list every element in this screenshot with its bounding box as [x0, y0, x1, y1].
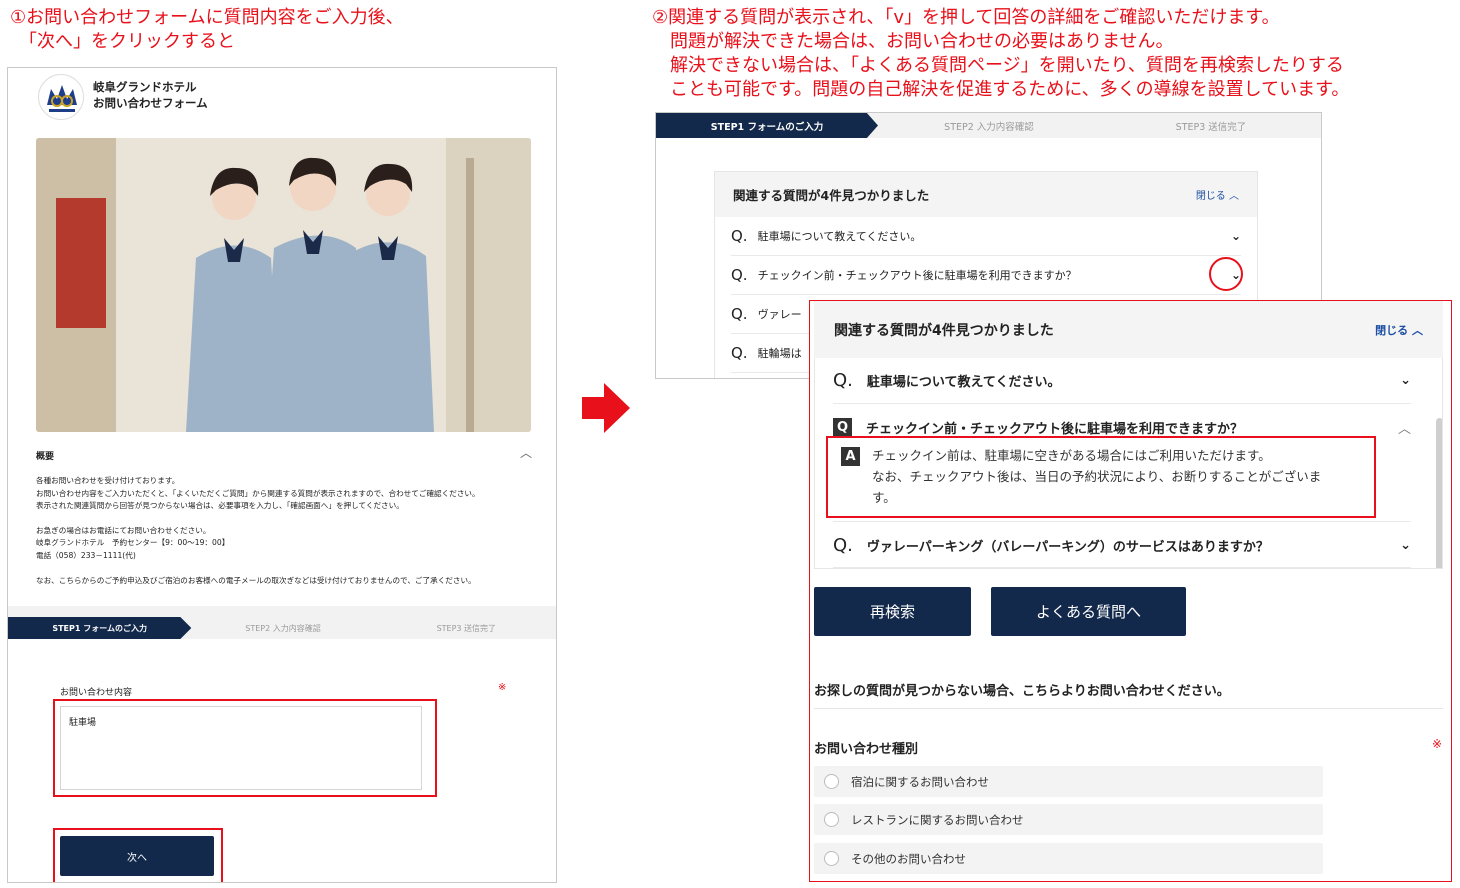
q-mark: Q.: [731, 266, 748, 284]
caption-step1: ①お問い合わせフォームに質問内容をご入力後、 「次へ」をクリックすると: [10, 7, 404, 52]
overview-line: 各種お問い合わせを受け付けております。: [36, 476, 180, 485]
close-link[interactable]: 閉じる ︿: [1375, 322, 1423, 338]
radio-label: 宿泊に関するお問い合わせ: [851, 774, 989, 789]
related-title: 関連する質問が4件見つかりました: [733, 188, 930, 203]
overview-line: なお、こちらからのご予約申込及びご宿泊のお客様への電子メールの取次ぎなどは受け付…: [36, 575, 476, 585]
related-header: 関連する質問が4件見つかりました 閉じる ︿: [715, 172, 1257, 217]
question-text: チェックイン前・チェックアウト後に駐車場を利用できますか？: [757, 269, 1077, 282]
scrollbar[interactable]: [1436, 418, 1442, 568]
chevron-down-icon[interactable]: ⌄: [1231, 229, 1241, 243]
radio-option[interactable]: 宿泊に関するお問い合わせ: [814, 766, 1323, 797]
highlight-box: [826, 436, 1376, 518]
chevron-down-icon[interactable]: ⌄: [1400, 538, 1411, 553]
step-2: STEP2 入力内容確認: [944, 121, 1034, 133]
hotel-name: 岐阜グランドホテル: [93, 80, 197, 94]
research-button[interactable]: 再検索: [814, 587, 971, 636]
inquiry-label: お問い合わせ内容: [60, 688, 133, 698]
overview-line: 表示された関連質問から回答が見つからない場合は、必要事項を入力し、「確認画面へ」…: [36, 501, 404, 511]
radio-option[interactable]: レストランに関するお問い合わせ: [814, 804, 1323, 835]
chevron-up-icon: ︿: [1229, 191, 1239, 202]
inquiry-textarea[interactable]: 駐車場: [60, 706, 422, 790]
required-mark: ※: [1432, 737, 1443, 751]
staff-photo: [36, 138, 531, 432]
q-badge: Q: [833, 417, 852, 437]
hotel-logo: [38, 74, 84, 120]
q-mark: Q.: [833, 535, 853, 556]
step-3: STEP3 送信完了: [1175, 121, 1247, 133]
overview-line: お急ぎの場合はお電話にてお問い合わせください。: [36, 525, 211, 535]
chevron-down-icon[interactable]: ⌄: [1400, 373, 1411, 388]
related-header: 関連する質問が4件見つかりました 閉じる ︿: [814, 301, 1443, 358]
overview-line: 岐阜グランドホテル 予約センター【9：00〜19：00】: [36, 538, 230, 548]
question-text: 駐輪場は: [757, 347, 802, 360]
step-progress: STEP1 フォームのご入力 STEP2 入力内容確認 STEP3 送信完了: [8, 617, 556, 639]
arrow-right-icon: [582, 383, 630, 433]
inquiry-type-label: お問い合わせ種別: [814, 742, 919, 757]
inquiry-form-panel: 岐阜グランドホテル お問い合わせフォーム 概要 ︿ 各種お問い合わせを受け付けて…: [7, 67, 557, 883]
overview-label: 概要: [36, 452, 55, 462]
radio-circle[interactable]: [824, 812, 839, 827]
overview-line: お問い合わせ内容をご入力いただくと、「よくいただくご質問」から関連する質問が表示…: [36, 488, 480, 498]
faq-button[interactable]: よくある質問へ: [991, 587, 1186, 636]
question-text: ヴァレー: [757, 308, 802, 321]
not-found-text: お探しの質問が見つからない場合、こちらよりお問い合わせください。: [814, 684, 1230, 699]
required-mark: ※: [498, 682, 507, 693]
question-text: チェックイン前・チェックアウト後に駐車場を利用できますか？: [866, 421, 1244, 437]
hotel-title-block: 岐阜グランドホテル お問い合わせフォーム: [93, 79, 208, 111]
q-mark: Q.: [731, 305, 748, 323]
question-row[interactable]: Q. 駐車場について教えてください。 ⌄: [833, 358, 1411, 404]
question-text: 駐車場について教えてください。: [757, 230, 922, 243]
overview-text: 各種お問い合わせを受け付けております。 お問い合わせ内容をご入力いただくと、「よ…: [36, 475, 536, 587]
question-row[interactable]: Q. 駐車場について教えてください。 ⌄: [731, 217, 1241, 256]
chevron-up-icon[interactable]: ︿: [1398, 418, 1411, 437]
question-text: ヴァレーパーキング（バレーパーキング）のサービスはありますか？: [866, 540, 1269, 555]
radio-circle[interactable]: [824, 774, 839, 789]
step-1: STEP1 フォームのご入力: [656, 113, 878, 138]
step-3: STEP3 送信完了: [436, 623, 497, 633]
step-1: STEP1 フォームのご入力: [8, 617, 192, 639]
form-title: お問い合わせフォーム: [93, 96, 208, 110]
step-progress: STEP1 フォームのご入力 STEP2 入力内容確認 STEP3 送信完了: [656, 113, 1321, 138]
step-2: STEP2 入力内容確認: [245, 623, 321, 633]
next-button[interactable]: 次へ: [60, 836, 214, 876]
q-mark: Q.: [731, 344, 748, 362]
highlight-circle: [1209, 257, 1243, 291]
caption-step2: ②関連する質問が表示され、「v」を押して回答の詳細をご確認いただけます。 問題が…: [652, 7, 1350, 100]
expanded-answer-panel: 関連する質問が4件見つかりました 閉じる ︿ Q. 駐車場について教えてください…: [809, 300, 1452, 882]
question-text: 駐車場について教えてください。: [866, 375, 1061, 390]
q-mark: Q.: [833, 370, 853, 391]
chevron-up-icon[interactable]: ︿: [520, 444, 532, 461]
chevron-up-icon: ︿: [1412, 323, 1423, 337]
question-row[interactable]: Q. ヴァレーパーキング（バレーパーキング）のサービスはありますか？ ⌄: [833, 524, 1411, 568]
radio-label: その他のお問い合わせ: [851, 851, 966, 866]
radio-label: レストランに関するお問い合わせ: [851, 812, 1024, 827]
question-row[interactable]: Q. チェックイン前・チェックアウト後に駐車場を利用できますか？ ⌄: [731, 256, 1241, 295]
radio-circle[interactable]: [824, 851, 839, 866]
radio-option[interactable]: その他のお問い合わせ: [814, 843, 1323, 874]
q-mark: Q.: [731, 227, 748, 245]
close-link[interactable]: 閉じる ︿: [1196, 187, 1239, 202]
related-title: 関連する質問が4件見つかりました: [834, 322, 1054, 339]
overview-line: 電話（058）233－1111(代): [36, 550, 136, 560]
